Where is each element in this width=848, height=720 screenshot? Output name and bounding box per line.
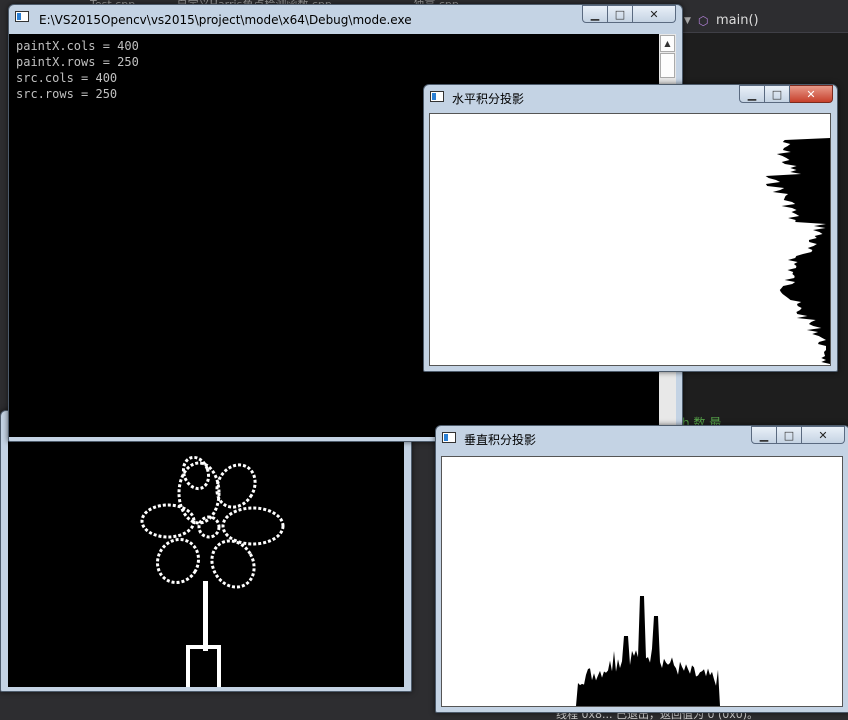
chevron-down-icon[interactable]: ▼ <box>684 10 691 32</box>
pot-rim <box>186 645 221 649</box>
maximize-icon: □ <box>783 428 795 442</box>
petal-left <box>140 503 196 539</box>
maximize-button[interactable]: □ <box>777 426 802 444</box>
console-line: src.cols = 400 <box>16 71 118 85</box>
close-button[interactable]: ✕ <box>790 85 833 103</box>
minimize-icon: ▁ <box>590 7 600 21</box>
petal-right <box>221 506 285 546</box>
close-icon: ✕ <box>818 428 828 442</box>
scroll-thumb[interactable] <box>660 53 675 78</box>
horizontal-projection-window[interactable]: 水平积分投影 ▁ □ ✕ <box>423 84 838 372</box>
console-line: paintX.cols = 400 <box>16 39 139 53</box>
vertical-projection-window[interactable]: 垂直积分投影 ▁ □ ✕ <box>435 425 848 713</box>
horizontal-titlebar[interactable]: 水平积分投影 ▁ □ ✕ <box>424 85 837 111</box>
vertical-projection-area <box>441 456 843 707</box>
console-title: E:\VS2015Opencv\vs2015\project\mode\x64\… <box>39 13 412 27</box>
petal-top-left <box>181 455 211 491</box>
console-line: src.rows = 250 <box>16 87 118 101</box>
vs-navigation-bar[interactable]: ▼ ⬡ main() <box>682 10 848 33</box>
petal-top <box>177 461 221 525</box>
vertical-titlebar[interactable]: 垂直积分投影 ▁ □ ✕ <box>436 426 848 452</box>
maximize-button[interactable]: □ <box>608 5 633 23</box>
petal-bottom-right <box>210 539 256 589</box>
horizontal-projection-area <box>429 113 831 366</box>
horizontal-title: 水平积分投影 <box>452 92 525 106</box>
scroll-up-icon[interactable]: ▲ <box>660 35 675 52</box>
flower-center <box>197 515 221 539</box>
console-output: paintX.cols = 400 paintX.rows = 250 src.… <box>16 38 139 102</box>
console-titlebar[interactable]: E:\VS2015Opencv\vs2015\project\mode\x64\… <box>9 5 682 31</box>
maximize-icon: □ <box>771 87 783 101</box>
flower-stem <box>203 581 208 651</box>
pot-right <box>217 647 221 687</box>
window-app-icon <box>442 432 456 443</box>
horizontal-projection-image <box>765 114 830 365</box>
petal-bottom-left <box>155 537 201 585</box>
close-button[interactable]: ✕ <box>802 426 845 444</box>
function-dropdown[interactable]: main() <box>716 10 759 32</box>
pot-left <box>186 647 190 687</box>
window-app-icon <box>430 91 444 102</box>
cube-icon: ⬡ <box>698 14 709 28</box>
minimize-button[interactable]: ▁ <box>751 426 777 444</box>
minimize-button[interactable]: ▁ <box>582 5 608 23</box>
image-client-area <box>8 441 404 687</box>
vertical-projection-profile <box>442 596 842 706</box>
minimize-icon: ▁ <box>759 428 769 442</box>
minimize-button[interactable]: ▁ <box>739 85 765 103</box>
vertical-title: 垂直积分投影 <box>464 433 537 447</box>
maximize-icon: □ <box>614 7 626 21</box>
console-line: paintX.rows = 250 <box>16 55 139 69</box>
minimize-icon: ▁ <box>747 87 757 101</box>
maximize-button[interactable]: □ <box>765 85 790 103</box>
close-button[interactable]: ✕ <box>633 5 676 23</box>
horizontal-projection-profile <box>765 114 830 365</box>
image-window[interactable] <box>0 410 412 692</box>
close-icon: ✕ <box>806 87 816 101</box>
vertical-projection-image <box>442 596 842 706</box>
close-icon: ✕ <box>649 7 659 21</box>
window-app-icon <box>15 11 29 22</box>
flower-image <box>140 455 285 687</box>
